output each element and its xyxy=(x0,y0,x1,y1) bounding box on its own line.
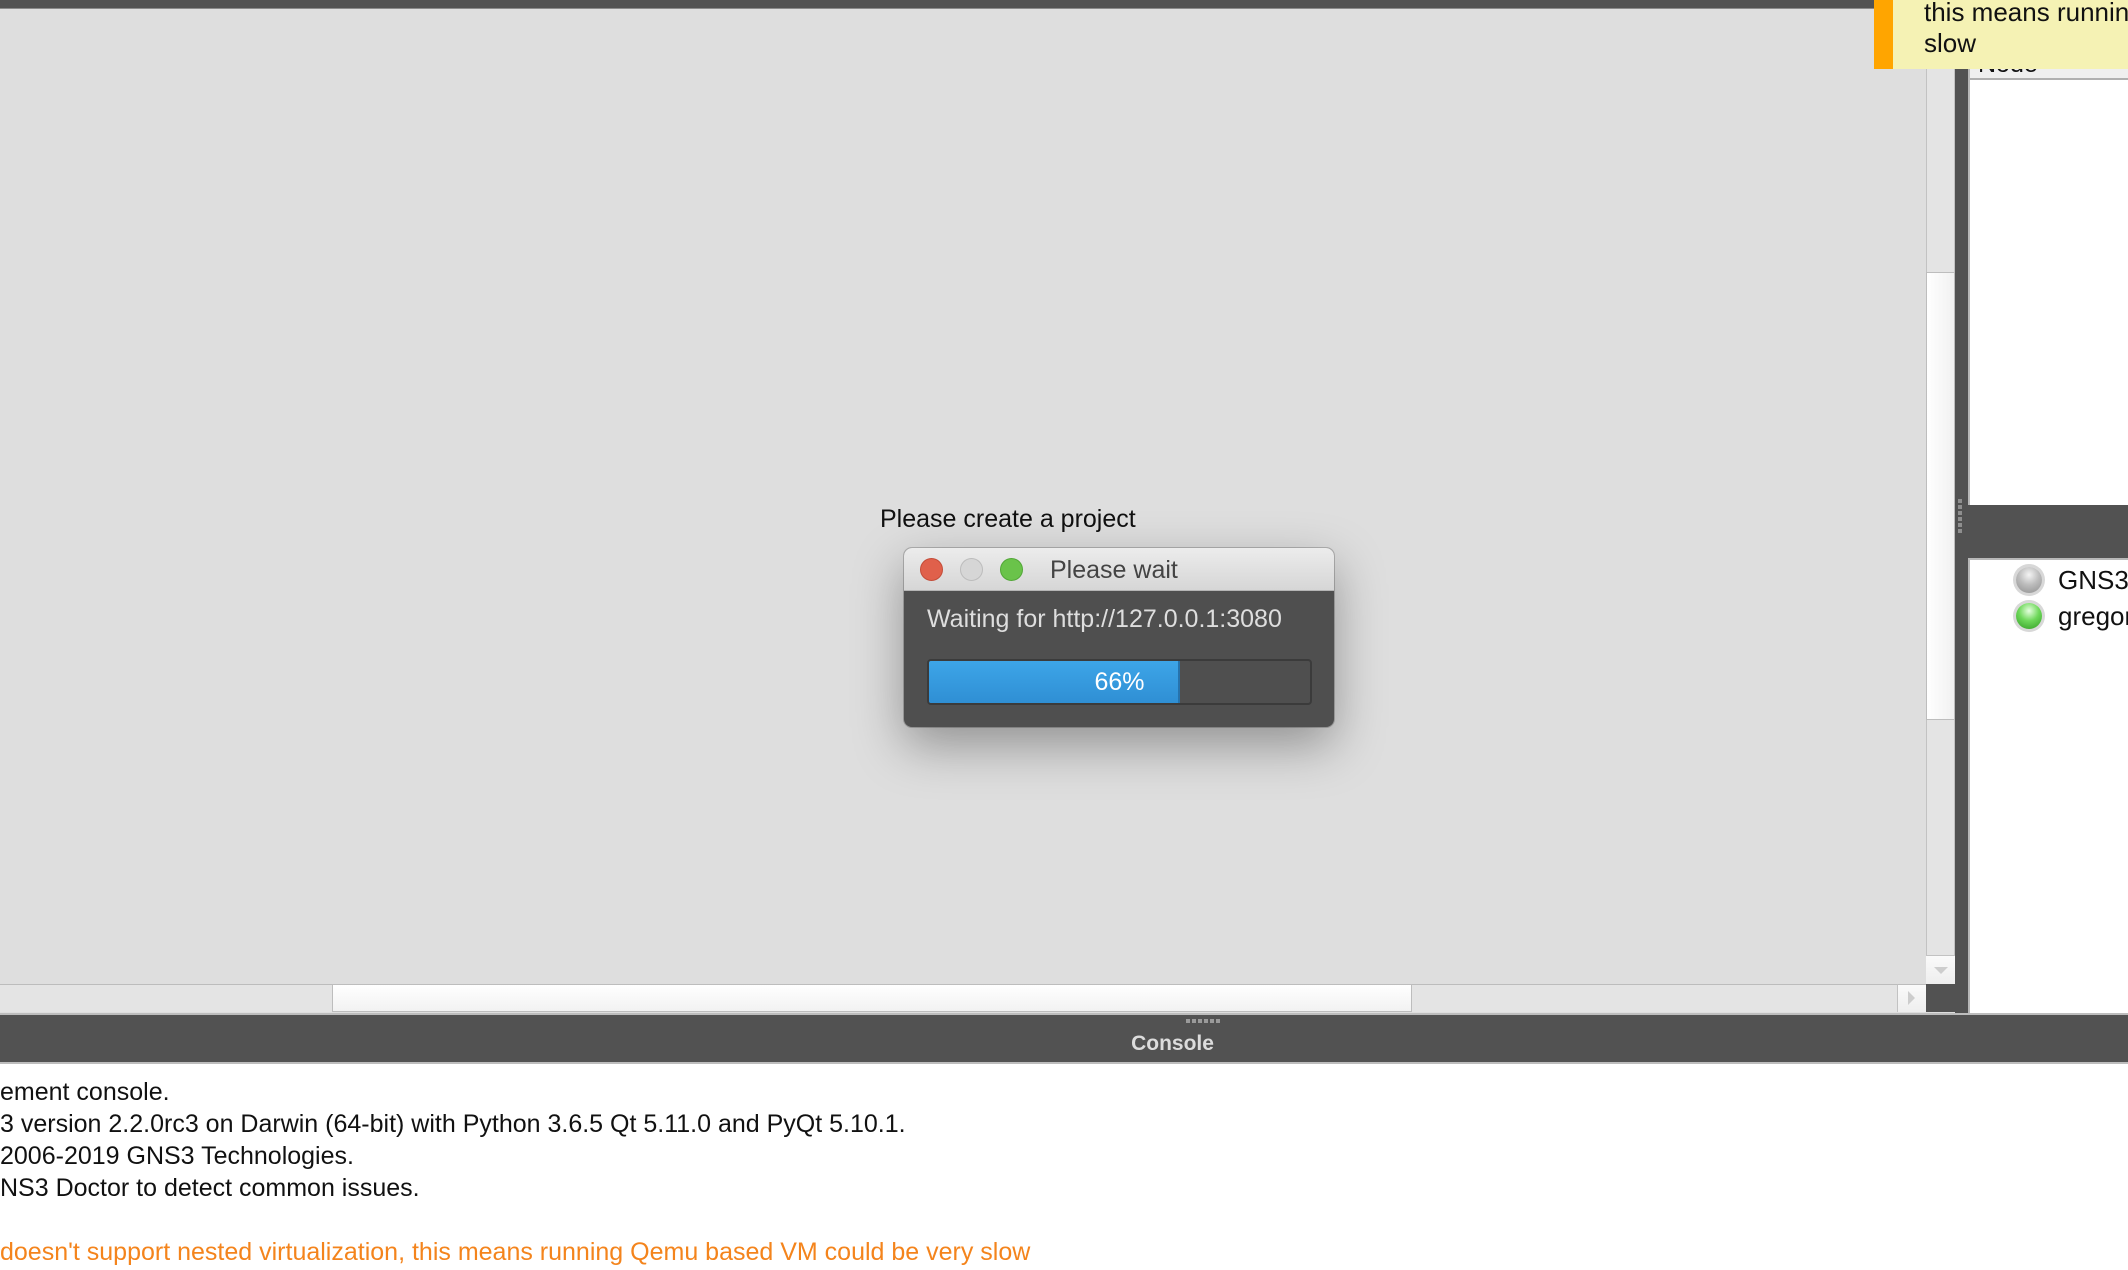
grip-dot xyxy=(1198,1019,1202,1023)
console-title: Console xyxy=(1131,1032,1214,1055)
notification-line: slow xyxy=(1924,28,1977,58)
gray-led-icon xyxy=(2016,567,2042,593)
grip-dot xyxy=(1192,1019,1196,1023)
window-top-strip xyxy=(0,0,2128,9)
grip-dot xyxy=(1958,511,1962,515)
vertical-scrollbar-thumb[interactable] xyxy=(1926,272,1955,720)
close-icon[interactable] xyxy=(920,558,943,581)
scroll-right-button[interactable] xyxy=(1897,984,1926,1012)
maximize-icon[interactable] xyxy=(1000,558,1023,581)
servers-summary-titlebar xyxy=(1968,505,2128,558)
topology-canvas[interactable] xyxy=(0,9,1926,984)
grip-dot xyxy=(1958,523,1962,527)
notification-toast[interactable]: this means running Qemu based VM could b… xyxy=(1893,0,2128,69)
console-warning-line: doesn't support nested virtualization, t… xyxy=(0,1238,1031,1266)
horizontal-scrollbar-thumb[interactable] xyxy=(332,984,1412,1012)
chevron-down-icon xyxy=(1934,967,1948,974)
grip-dot xyxy=(1958,517,1962,521)
console-line: ement console. xyxy=(0,1078,170,1106)
topology-summary-panel xyxy=(1968,9,2128,505)
dialog-title: Please wait xyxy=(1050,556,1178,584)
grip-dot xyxy=(1216,1019,1220,1023)
minimize-icon xyxy=(960,558,983,581)
grip-dot xyxy=(1958,505,1962,509)
server-name: gregory xyxy=(2058,600,2128,631)
console-output[interactable]: ement console. 3 version 2.2.0rc3 on Dar… xyxy=(0,1064,2128,1270)
grip-dot xyxy=(1186,1019,1190,1023)
console-line: 2006-2019 GNS3 Technologies. xyxy=(0,1142,354,1170)
scroll-down-button[interactable] xyxy=(1926,955,1955,984)
console-dock-titlebar[interactable]: Console xyxy=(0,1013,2128,1064)
grip-dot xyxy=(1204,1019,1208,1023)
green-led-icon xyxy=(2016,603,2042,629)
scrollbar-corner xyxy=(1926,984,1955,1012)
chevron-right-icon xyxy=(1908,991,1915,1005)
notification-accent-bar xyxy=(1874,0,1893,69)
server-name: GNS3 VM xyxy=(2058,564,2128,595)
empty-project-label: Please create a project xyxy=(880,505,1136,533)
console-line: NS3 Doctor to detect common issues. xyxy=(0,1174,420,1202)
grip-dot xyxy=(1958,529,1962,533)
dialog-message: Waiting for http://127.0.0.1:3080 xyxy=(927,605,1282,633)
dialog-titlebar[interactable]: Please wait xyxy=(904,548,1334,591)
dock-splitter-handle[interactable] xyxy=(1955,9,1968,1013)
grip-dot xyxy=(1958,499,1962,503)
please-wait-dialog: Please wait Waiting for http://127.0.0.1… xyxy=(904,548,1334,727)
server-item[interactable]: gregory xyxy=(2016,598,2128,634)
notification-line: this means running Qemu based VM could b… xyxy=(1924,0,2128,27)
grip-dot xyxy=(1210,1019,1214,1023)
server-item[interactable]: GNS3 VM xyxy=(2016,562,2128,598)
console-line: 3 version 2.2.0rc3 on Darwin (64-bit) wi… xyxy=(0,1110,906,1138)
progress-bar: 66% xyxy=(927,659,1312,705)
progress-label: 66% xyxy=(1094,668,1145,696)
